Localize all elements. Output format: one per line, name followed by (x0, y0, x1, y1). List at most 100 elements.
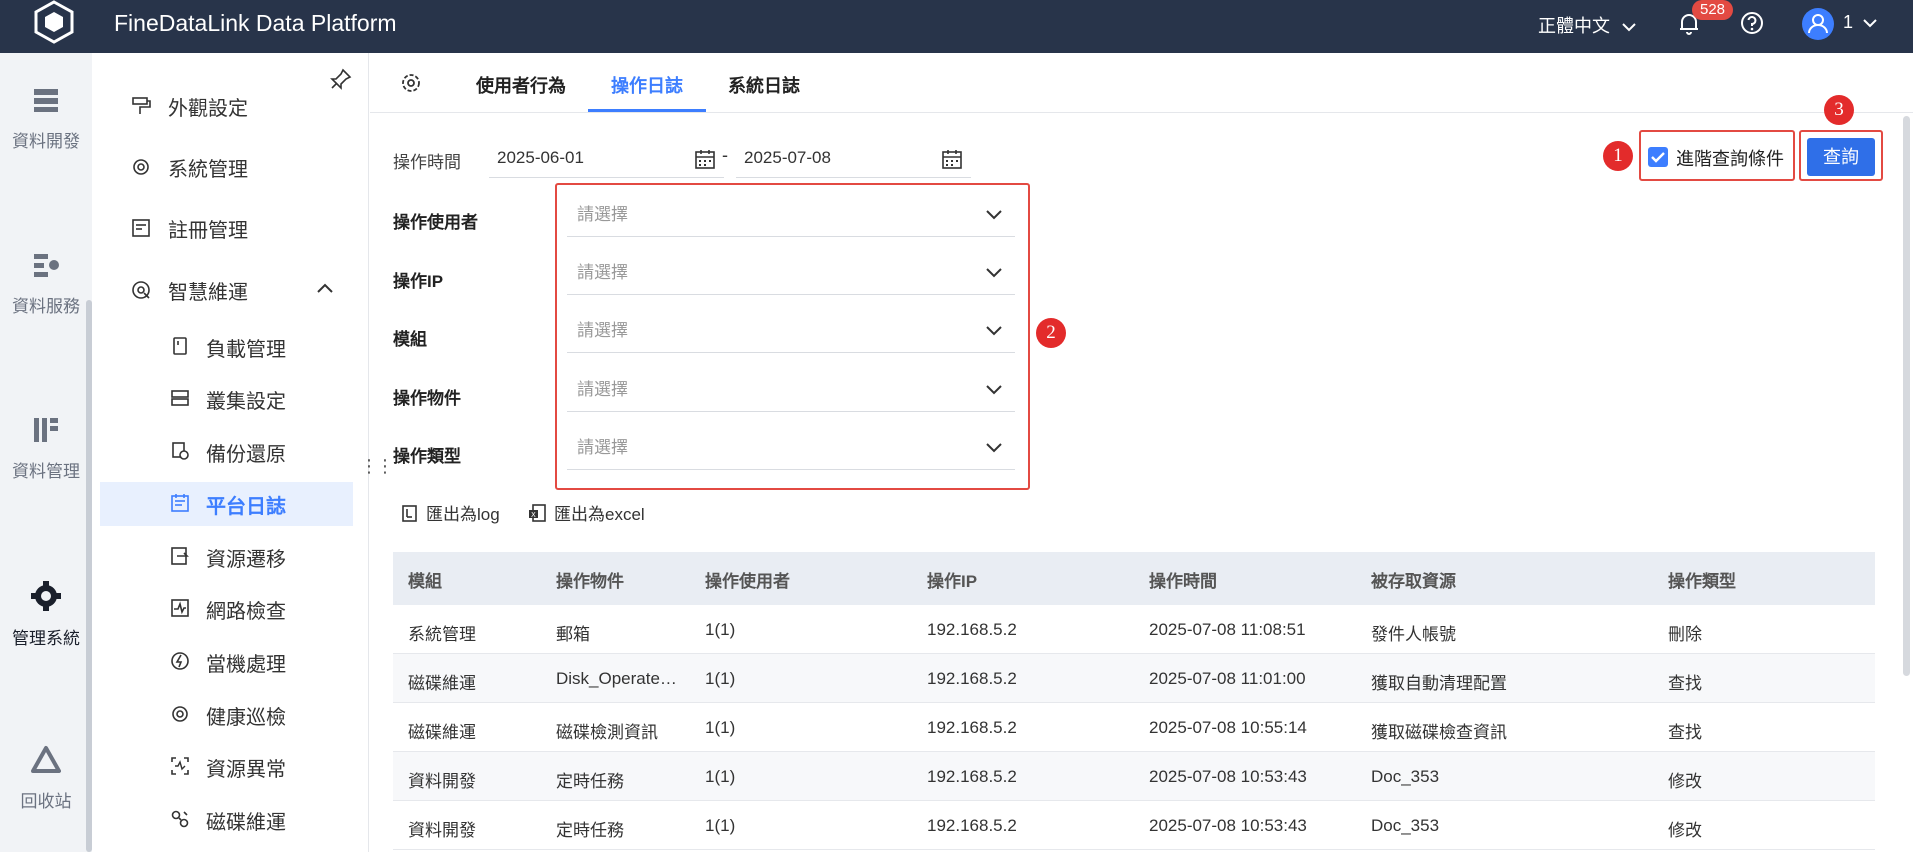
cell-type: 查找 (1668, 674, 1702, 693)
sidebar-item-label: 註冊管理 (168, 219, 248, 242)
sidebar-item-backup[interactable]: 備份還原 (100, 430, 353, 474)
sidebar-item-label: 系統管理 (168, 158, 248, 181)
page-scrollbar[interactable] (1903, 116, 1910, 676)
column-header-resource[interactable]: 被存取資源 (1371, 567, 1456, 592)
sidebar-item-migrate[interactable]: 資源遷移 (100, 535, 353, 579)
cell-module: 資料開發 (408, 821, 476, 840)
network-icon (170, 598, 192, 620)
gear-icon (130, 156, 152, 178)
cell-ip: 192.168.5.2 (927, 816, 1017, 835)
sidebar-item-platform-log[interactable]: 平台日誌 (100, 482, 353, 526)
cell-time: 2025-07-08 11:08:51 (1149, 620, 1306, 639)
cell-resource: 獲取自動清理配置 (1371, 674, 1507, 693)
operation-time-label: 操作時間 (393, 153, 461, 172)
crash-icon (170, 651, 192, 673)
sidebar-item-disk[interactable]: 磁碟維運 (100, 798, 353, 842)
cell-resource: 發件人帳號 (1371, 625, 1456, 644)
column-header-object[interactable]: 操作物件 (556, 567, 624, 592)
sidebar-item-label: 外觀設定 (168, 97, 248, 120)
cell-user: 1(1) (705, 620, 736, 639)
recycle-icon (31, 746, 61, 773)
sidebar-item-system-manage[interactable]: 系統管理 (100, 145, 353, 189)
settings-gear-icon[interactable] (399, 71, 423, 95)
sidebar-item-label: 磁碟維運 (206, 811, 286, 834)
export-log-icon (402, 504, 417, 522)
operation-user-label: 操作使用者 (393, 213, 478, 232)
calendar-icon[interactable] (694, 148, 716, 170)
load-icon (170, 336, 192, 358)
date-start-field[interactable]: 2025-06-01 (489, 140, 724, 178)
export-log-label: 匯出為log (426, 505, 500, 524)
cell-resource: Doc_353 (1371, 767, 1440, 786)
data-dev-icon (34, 89, 58, 112)
disk-icon (170, 809, 192, 831)
language-selector[interactable]: 正體中文 (1538, 12, 1637, 38)
chevron-down-icon[interactable] (1862, 18, 1878, 28)
annotation-box-filters (555, 183, 1030, 490)
rail-item-data-manage[interactable]: 資料管理 (0, 415, 92, 482)
smart-ops-icon (130, 279, 152, 301)
annotation-number-1: 1 (1603, 141, 1633, 171)
tab-system-log[interactable]: 系統日誌 (728, 72, 800, 98)
sidebar-item-label: 平台日誌 (206, 495, 286, 518)
sidebar-item-load[interactable]: 負載管理 (100, 325, 353, 369)
sidebar-item-appearance[interactable]: 外觀設定 (100, 84, 353, 128)
cell-module: 磁碟維運 (408, 674, 476, 693)
sidebar-item-cluster[interactable]: 叢集設定 (100, 377, 353, 421)
sidebar-item-label: 網路檢查 (206, 600, 286, 623)
advanced-query-label[interactable]: 進階查詢條件 (1676, 145, 1784, 171)
tab-user-behavior[interactable]: 使用者行為 (476, 72, 566, 98)
cell-type: 修改 (1668, 772, 1702, 791)
sidebar-item-label: 叢集設定 (206, 390, 286, 413)
rail-label: 回收站 (20, 792, 72, 811)
column-header-user[interactable]: 操作使用者 (705, 567, 790, 592)
check-icon (1651, 152, 1665, 163)
export-excel-icon: X (529, 503, 546, 522)
sidebar-item-crash[interactable]: 當機處理 (100, 640, 353, 684)
tab-operation-log[interactable]: 操作日誌 (611, 72, 683, 98)
column-header-module[interactable]: 模組 (408, 567, 442, 592)
data-manage-icon (34, 418, 58, 442)
chevron-down-icon (1622, 23, 1636, 32)
column-header-ip[interactable]: 操作IP (927, 567, 977, 592)
operation-type-label: 操作類型 (393, 447, 461, 466)
register-icon (130, 217, 152, 239)
svg-text:X: X (531, 511, 536, 519)
calendar-icon[interactable] (941, 148, 963, 170)
rail-item-data-dev[interactable]: 資料開發 (0, 85, 92, 152)
query-button[interactable]: 查詢 (1807, 138, 1875, 176)
cell-user: 1(1) (705, 669, 736, 688)
sidebar-item-label: 備份還原 (206, 443, 286, 466)
cell-object: 郵箱 (556, 625, 590, 644)
cell-type: 刪除 (1668, 625, 1702, 644)
export-log-button[interactable]: 匯出為log (400, 500, 500, 525)
advanced-query-checkbox[interactable] (1648, 147, 1668, 167)
help-icon[interactable] (1739, 10, 1765, 36)
export-excel-button[interactable]: X 匯出為excel (528, 500, 645, 525)
user-name[interactable]: 1 (1843, 12, 1853, 33)
cell-resource: Doc_353 (1371, 816, 1440, 835)
rail-item-admin-system[interactable]: 管理系統 (0, 580, 92, 649)
cell-user: 1(1) (705, 767, 736, 786)
finedatalink-logo-icon (34, 0, 74, 44)
avatar[interactable] (1802, 8, 1834, 40)
rail-item-recycle[interactable]: 回收站 (0, 745, 92, 812)
operation-object-label: 操作物件 (393, 389, 461, 408)
sidebar-item-health[interactable]: 健康巡檢 (100, 693, 353, 737)
date-end-value: 2025-07-08 (744, 148, 831, 167)
migrate-icon (170, 546, 192, 568)
date-end-field[interactable]: 2025-07-08 (736, 140, 971, 178)
column-header-type[interactable]: 操作類型 (1668, 567, 1736, 592)
notification-badge: 528 (1692, 0, 1734, 20)
cell-type: 查找 (1668, 723, 1702, 742)
column-header-time[interactable]: 操作時間 (1149, 567, 1217, 592)
sidebar-item-label: 資源遷移 (206, 548, 286, 571)
cell-user: 1(1) (705, 816, 736, 835)
sidebar-item-anomaly[interactable]: 資源異常 (100, 745, 353, 789)
rail-item-data-service[interactable]: 資料服務 (0, 250, 92, 317)
resize-handle[interactable]: ⋮⋮ (360, 456, 394, 477)
sidebar-item-network[interactable]: 網路檢查 (100, 587, 353, 631)
rail-label: 資料服務 (12, 297, 80, 316)
sidebar-item-register[interactable]: 註冊管理 (100, 206, 353, 250)
chevron-up-icon[interactable] (316, 282, 334, 294)
